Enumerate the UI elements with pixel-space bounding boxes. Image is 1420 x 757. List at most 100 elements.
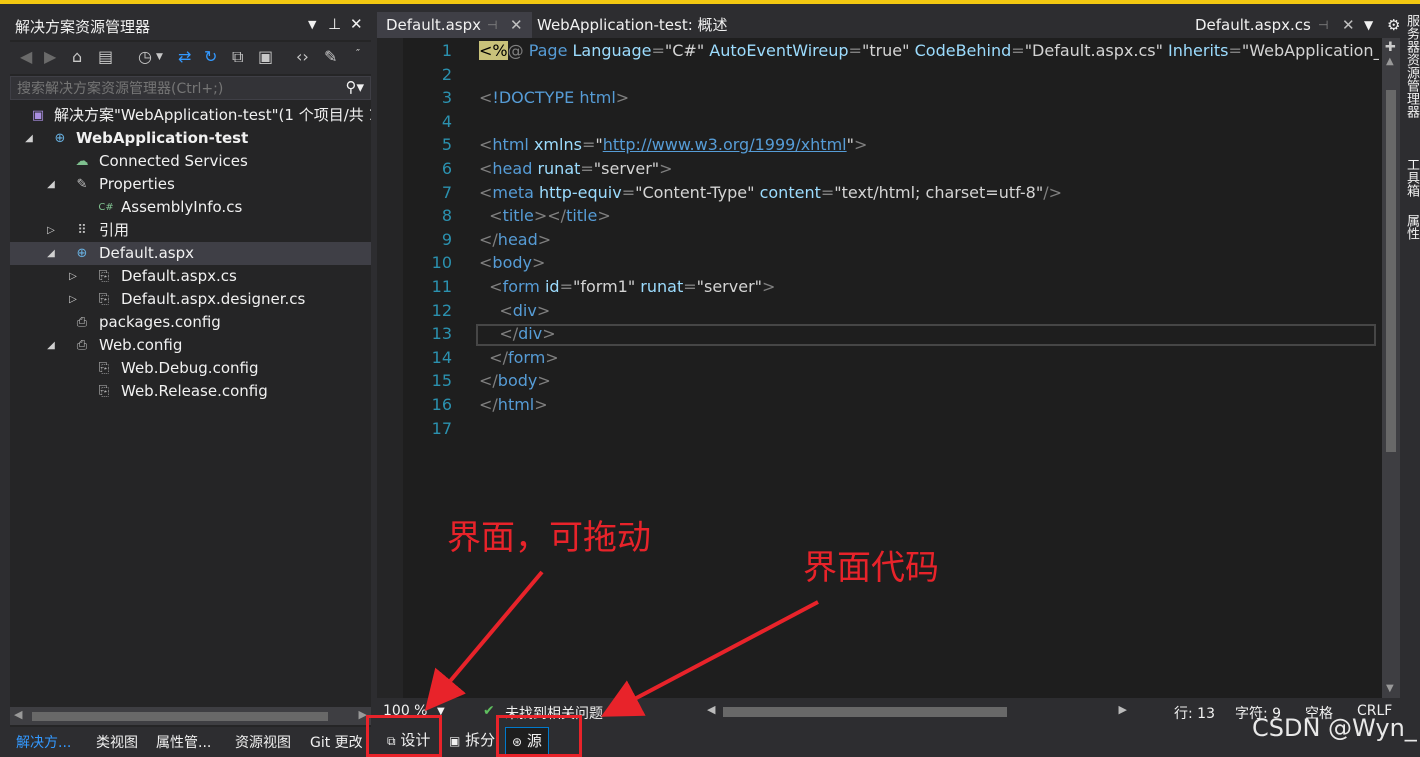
tree-item-default-aspx-cs[interactable]: ▷ ⎘ Default.aspx.cs <box>10 265 371 288</box>
search-input[interactable] <box>15 78 329 100</box>
solution-explorer-hscrollbar[interactable]: ◀ ▶ <box>10 707 371 725</box>
code-line-6: <head runat="server"> <box>479 159 673 178</box>
tab-properties[interactable]: 属性 <box>1402 214 1420 240</box>
solution-explorer-title: 解决方案资源管理器 <box>15 18 151 36</box>
line-number: 10 <box>431 253 452 273</box>
dropdown-icon[interactable]: ▼ <box>308 18 316 31</box>
solution-explorer-toolbar: ◀ ▶ ⌂ ▤ ◷ ▼ ⇄ ↻ ⧉ ▣ ‹› ✎ ″ <box>10 42 371 74</box>
cs-file-icon: ⎘ <box>98 292 110 307</box>
more-icon[interactable]: ″ <box>356 47 360 60</box>
tab-property-manager[interactable]: 属性管... <box>156 732 211 752</box>
expand-arrow-icon[interactable]: ◢ <box>44 334 58 357</box>
expand-arrow-icon[interactable]: ▷ <box>44 219 58 242</box>
tree-item-web-debug-config[interactable]: ⎘ Web.Debug.config <box>10 357 371 380</box>
close-icon[interactable]: ✕ <box>1342 12 1355 38</box>
home-icon[interactable]: ⌂ <box>72 47 82 66</box>
tab-git-changes[interactable]: Git 更改 <box>310 732 363 752</box>
tab-resource-view[interactable]: 资源视图 <box>235 732 291 752</box>
code-line-12: <div> <box>499 300 551 320</box>
expand-arrow-icon[interactable]: ◢ <box>22 127 36 150</box>
tree-item-default-aspx[interactable]: ◢ ⊕ Default.aspx <box>10 242 371 265</box>
config-file-icon: ⎘ <box>98 361 110 376</box>
tab-toolbox[interactable]: 工具箱 <box>1402 158 1420 197</box>
tree-item-web-release-config[interactable]: ⎘ Web.Release.config <box>10 380 371 403</box>
solution-explorer-bottom-tabs: 解决方... 类视图 属性管... 资源视图 Git 更改 <box>10 727 371 757</box>
config-file-icon: ⎘ <box>98 384 110 399</box>
scroll-down-icon[interactable]: ▼ <box>1386 683 1394 694</box>
close-icon[interactable]: ✕ <box>350 15 363 33</box>
tree-item-references[interactable]: ▷ ⠿ 引用 <box>10 219 371 242</box>
code-line-15: </body> <box>479 371 551 391</box>
tree-item-assemblyinfo[interactable]: C# AssemblyInfo.cs <box>10 196 371 219</box>
close-icon[interactable]: ✕ <box>510 12 523 38</box>
tree-item-properties[interactable]: ◢ ✎ Properties <box>10 173 371 196</box>
scroll-thumb[interactable] <box>723 707 1007 717</box>
forward-icon[interactable]: ▶ <box>44 47 56 66</box>
scroll-thumb[interactable] <box>32 712 328 721</box>
search-icon[interactable]: ⚲▾ <box>345 78 364 96</box>
properties-wrench-icon[interactable]: ✎ <box>324 47 337 66</box>
chevron-down-icon[interactable]: ▼ <box>156 52 163 62</box>
split-view-button[interactable]: ▣ 拆分 <box>449 727 495 753</box>
cs-file-icon: ⎘ <box>98 269 110 284</box>
tab-server-explorer[interactable]: 服务器资源管理器 <box>1402 14 1420 118</box>
tree-item-web-config[interactable]: ◢ ⎙ Web.config <box>10 334 371 357</box>
current-line-highlight <box>476 324 1376 346</box>
code-line-16: </html> <box>479 395 548 414</box>
tab-project-overview[interactable]: WebApplication-test: 概述 <box>537 12 728 38</box>
xmlns-link[interactable]: http://www.w3.org/1999/xhtml <box>603 135 847 154</box>
editor-hscrollbar[interactable]: ◀ ▶ <box>707 703 1127 718</box>
pending-changes-icon[interactable]: ◷ <box>138 47 152 66</box>
editor-tab-bar: Default.aspx ⊣ ✕ WebApplication-test: 概述… <box>377 12 1407 38</box>
expand-arrow-icon[interactable]: ◢ <box>44 173 58 196</box>
code-line-11: <form id="form1" runat="server"> <box>489 277 776 296</box>
expand-arrow-icon[interactable]: ◢ <box>44 242 58 265</box>
tab-solution-explorer[interactable]: 解决方... <box>16 732 71 752</box>
solution-explorer-search: ⚲▾ <box>10 76 371 100</box>
gear-icon[interactable]: ⚙ <box>1387 12 1400 38</box>
pin-icon[interactable]: ⊥ <box>328 15 341 33</box>
tree-item-solution[interactable]: ▣ 解决方案"WebApplication-test"(1 个项目/共 1 <box>10 104 371 127</box>
expand-arrow-icon[interactable]: ▷ <box>66 288 80 311</box>
scroll-thumb[interactable] <box>1386 90 1396 452</box>
tree-item-default-designer[interactable]: ▷ ⎘ Default.aspx.designer.cs <box>10 288 371 311</box>
tab-default-aspx[interactable]: Default.aspx ⊣ ✕ <box>377 12 532 38</box>
line-number: 7 <box>441 182 452 202</box>
sync-icon[interactable]: ⇄ <box>178 47 191 66</box>
tab-class-view[interactable]: 类视图 <box>96 732 138 752</box>
back-icon[interactable]: ◀ <box>20 47 32 66</box>
collapse-all-icon[interactable]: ⧉ <box>232 47 243 67</box>
show-all-files-icon[interactable]: ▣ <box>258 47 273 66</box>
solution-icon: ▣ <box>31 108 45 123</box>
tree-item-connected-services[interactable]: ☁ Connected Services <box>10 150 371 173</box>
editor-vscrollbar[interactable]: ✚ ▲ ▼ <box>1382 38 1400 698</box>
source-annotation-text: 界面代码 <box>803 548 939 588</box>
line-number: 8 <box>441 206 452 226</box>
code-line-3: <!DOCTYPE html> <box>479 88 630 108</box>
design-annotation-text: 界面，可拖动 <box>447 518 651 558</box>
scroll-left-icon[interactable]: ◀ <box>14 708 22 721</box>
tab-default-aspx-cs[interactable]: Default.aspx.cs ⊣ ✕ <box>1195 12 1355 38</box>
split-window-icon[interactable]: ✚ <box>1385 40 1396 55</box>
scroll-up-icon[interactable]: ▲ <box>1386 56 1394 67</box>
tree-item-project[interactable]: ◢ ⊕ WebApplication-test <box>10 127 371 150</box>
wrench-icon: ✎ <box>76 177 88 192</box>
line-number: 3 <box>441 88 452 108</box>
line-number: 1 <box>441 41 452 60</box>
tab-list-dropdown-icon[interactable]: ▼ <box>1364 12 1373 38</box>
pin-icon[interactable]: ⊣ <box>487 12 497 38</box>
tree-item-packages-config[interactable]: ⎙ packages.config <box>10 311 371 334</box>
scroll-right-icon[interactable]: ▶ <box>1119 703 1127 716</box>
line-number: 5 <box>441 135 452 155</box>
scroll-left-icon[interactable]: ◀ <box>707 703 715 716</box>
line-number: 12 <box>431 300 452 320</box>
switch-views-icon[interactable]: ▤ <box>98 47 113 66</box>
expand-arrow-icon[interactable]: ▷ <box>66 265 80 288</box>
line-number: 15 <box>431 371 452 391</box>
code-view-icon[interactable]: ‹› <box>296 47 309 66</box>
refresh-icon[interactable]: ↻ <box>204 47 217 66</box>
pin-icon[interactable]: ⊣ <box>1318 12 1328 38</box>
design-button-highlight <box>366 715 442 757</box>
aspx-file-icon: ⊕ <box>76 246 88 261</box>
line-number: 14 <box>431 347 452 367</box>
